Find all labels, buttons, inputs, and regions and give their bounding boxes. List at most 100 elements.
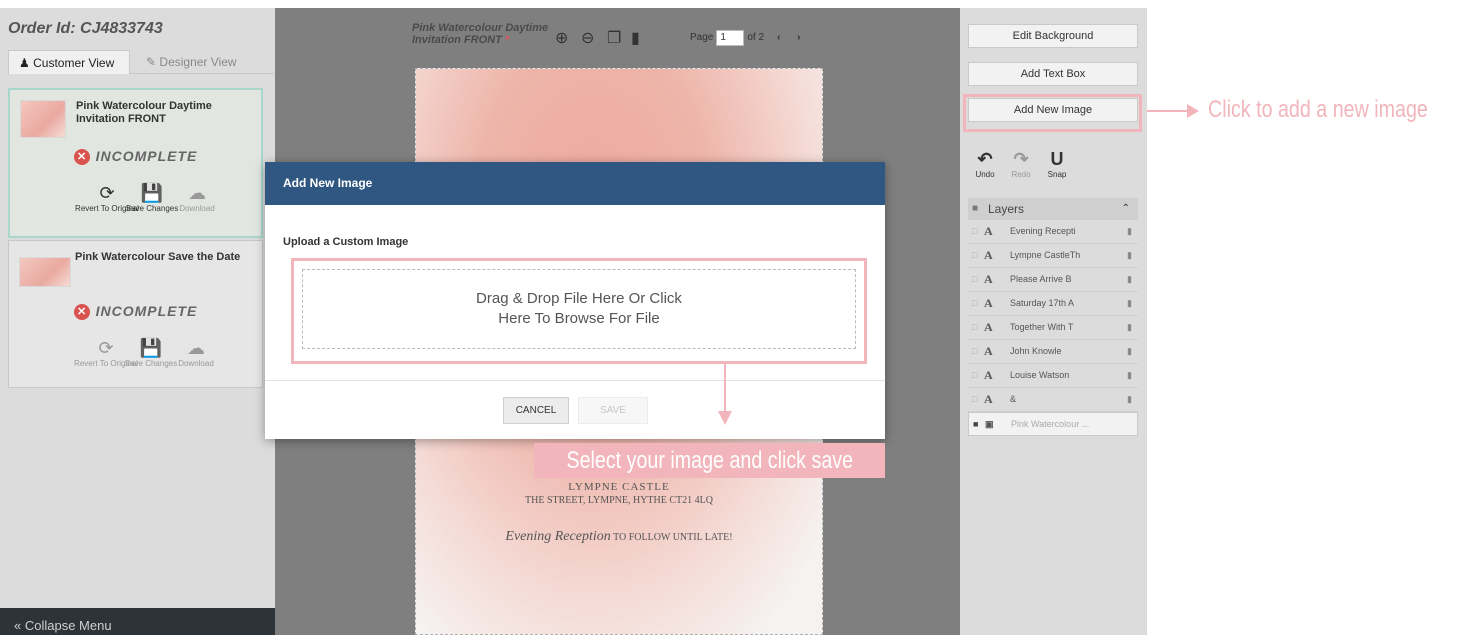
undo-icon: ↶ xyxy=(977,149,993,169)
undo-button[interactable]: ↶ Undo xyxy=(968,148,1002,179)
layer-item[interactable]: □ A John Knowle ▮ xyxy=(968,340,1138,364)
venue-address: THE STREET, LYMPNE, HYTHE CT21 4LQ xyxy=(525,495,713,506)
left-panel: Order Id: CJ4833743 ♟ Customer View ✎ De… xyxy=(0,8,275,635)
previous-page-icon[interactable]: ‹ xyxy=(771,32,787,43)
divider xyxy=(265,380,885,381)
design-title: Pink Watercolour Save the Date xyxy=(75,251,241,263)
add-image-modal: Add New Image Upload a Custom Image Drag… xyxy=(265,162,885,439)
chevron-up-icon: ⌃ xyxy=(1121,203,1130,214)
layer-item[interactable]: □ A Together With T ▮ xyxy=(968,316,1138,340)
layer-item[interactable]: □ A Please Arrive B ▮ xyxy=(968,268,1138,292)
cancel-button[interactable]: CANCEL xyxy=(503,397,569,424)
unlock-icon[interactable]: □ xyxy=(972,364,977,387)
trash-icon[interactable]: ▮ xyxy=(1127,316,1132,339)
drop-zone-line-2: Here To Browse For File xyxy=(498,310,660,327)
error-icon: ✕ xyxy=(73,149,90,165)
text-layer-icon: A xyxy=(984,224,993,238)
layer-item[interactable]: □ A & ▮ xyxy=(968,388,1138,412)
design-title: Pink Watercolour Daytime Invitation FRON… xyxy=(76,100,212,125)
copy-icon[interactable]: ❐ xyxy=(607,28,621,48)
text-layer-icon: A xyxy=(984,344,993,358)
pencil-icon: ✎ xyxy=(146,55,157,69)
double-chevron-left-icon: « xyxy=(14,618,22,633)
design-card[interactable]: Pink Watercolour Daytime Invitation FRON… xyxy=(8,88,263,238)
download-button[interactable]: ☁ Download xyxy=(164,337,228,369)
lock-icon[interactable]: ■ xyxy=(973,413,978,436)
history-controls: ↶ Undo ↷ Redo U Snap xyxy=(968,148,1138,188)
drop-zone-line-1: Drag & Drop File Here Or Click xyxy=(476,290,682,307)
layer-item-image[interactable]: ■ ▣ Pink Watercolour ... xyxy=(968,412,1138,436)
zoom-out-icon[interactable]: ⊖ xyxy=(581,28,594,48)
cloud-download-icon: ☁ xyxy=(187,338,205,358)
magnet-icon: U xyxy=(1050,149,1064,169)
page-controls: Page 1 of 2 ‹ › xyxy=(690,30,807,46)
trash-icon[interactable]: ▮ xyxy=(1127,364,1132,387)
user-icon: ♟ xyxy=(19,56,30,70)
page-number-input[interactable]: 1 xyxy=(716,30,745,46)
layer-item[interactable]: □ A Saturday 17th A ▮ xyxy=(968,292,1138,316)
view-tabs: ♟ Customer View ✎ Designer View xyxy=(8,50,274,74)
tab-label: Designer View xyxy=(159,55,237,69)
trash-icon[interactable]: ▮ xyxy=(1127,388,1132,411)
zoom-in-icon[interactable]: ⊕ xyxy=(555,28,568,48)
lock-icon: ■ xyxy=(972,203,979,214)
save-button[interactable]: SAVE xyxy=(578,397,648,424)
tab-designer-view[interactable]: ✎ Designer View xyxy=(130,50,274,74)
reception-text: Evening Reception TO FOLLOW UNTIL LATE! xyxy=(505,529,733,544)
unlock-icon[interactable]: □ xyxy=(972,268,977,291)
file-drop-zone[interactable]: Drag & Drop File Here Or Click Here To B… xyxy=(302,269,856,349)
modal-subtitle: Upload a Custom Image xyxy=(283,236,409,248)
unlock-icon[interactable]: □ xyxy=(972,340,977,363)
text-layer-icon: A xyxy=(984,272,993,286)
redo-icon: ↷ xyxy=(1013,149,1029,169)
trash-icon[interactable]: ▮ xyxy=(1127,268,1132,291)
drop-zone-highlight: Drag & Drop File Here Or Click Here To B… xyxy=(291,258,867,364)
layers-header[interactable]: ■ Layers ⌃ xyxy=(968,198,1138,220)
download-button[interactable]: ☁ Download xyxy=(165,182,229,214)
order-id: Order Id: CJ4833743 xyxy=(8,20,163,37)
status-badge: ✕ INCOMPLETE xyxy=(9,303,262,320)
snap-button[interactable]: U Snap xyxy=(1040,148,1074,179)
unlock-icon[interactable]: □ xyxy=(972,292,977,315)
layer-item[interactable]: □ A Louise Watson ▮ xyxy=(968,364,1138,388)
venue-line: LYMPNE CASTLE xyxy=(568,481,670,493)
unlock-icon[interactable]: □ xyxy=(972,220,977,243)
cloud-download-icon: ☁ xyxy=(188,183,206,203)
trash-icon[interactable]: ▮ xyxy=(631,28,640,48)
annotation-select-image: Select your image and click save xyxy=(534,443,885,478)
trash-icon[interactable]: ▮ xyxy=(1127,292,1132,315)
add-image-highlight xyxy=(963,94,1142,132)
image-layer-icon: ▣ xyxy=(985,419,994,429)
text-layer-icon: A xyxy=(984,248,993,262)
unlock-icon[interactable]: □ xyxy=(972,244,977,267)
unlock-icon[interactable]: □ xyxy=(972,388,977,411)
text-layer-icon: A xyxy=(984,392,993,406)
text-layer-icon: A xyxy=(984,320,993,334)
arrow-right-icon xyxy=(1147,101,1199,121)
layer-item[interactable]: □ A Evening Recepti ▮ xyxy=(968,220,1138,244)
document-title: Pink Watercolour Daytime Invitation FRON… xyxy=(412,22,549,46)
layers-panel: ■ Layers ⌃ □ A Evening Recepti ▮ □ A Lympne C… xyxy=(968,198,1138,436)
edit-background-button[interactable]: Edit Background xyxy=(968,24,1138,48)
design-thumbnail xyxy=(19,257,71,287)
trash-icon[interactable]: ▮ xyxy=(1127,244,1132,267)
status-badge: ✕ INCOMPLETE xyxy=(10,148,261,165)
layer-item[interactable]: □ A Lympne CastleTh ▮ xyxy=(968,244,1138,268)
text-layer-icon: A xyxy=(984,296,993,310)
collapse-menu-button[interactable]: « Collapse Menu xyxy=(0,608,275,635)
modal-title: Add New Image xyxy=(265,162,885,205)
next-page-icon[interactable]: › xyxy=(791,32,807,43)
tab-label: Customer View xyxy=(33,56,115,70)
text-layer-icon: A xyxy=(984,368,993,382)
design-thumbnail xyxy=(20,100,66,138)
unlock-icon[interactable]: □ xyxy=(972,316,977,339)
redo-button[interactable]: ↷ Redo xyxy=(1004,148,1038,179)
arrow-down-icon xyxy=(716,363,736,427)
design-editor: Order Id: CJ4833743 ♟ Customer View ✎ De… xyxy=(0,0,1481,635)
trash-icon[interactable]: ▮ xyxy=(1127,220,1132,243)
error-icon: ✕ xyxy=(73,304,90,320)
trash-icon[interactable]: ▮ xyxy=(1127,340,1132,363)
add-text-box-button[interactable]: Add Text Box xyxy=(968,62,1138,86)
tab-customer-view[interactable]: ♟ Customer View xyxy=(8,50,130,74)
design-card[interactable]: Pink Watercolour Save the Date ✕ INCOMPLE… xyxy=(8,240,263,388)
